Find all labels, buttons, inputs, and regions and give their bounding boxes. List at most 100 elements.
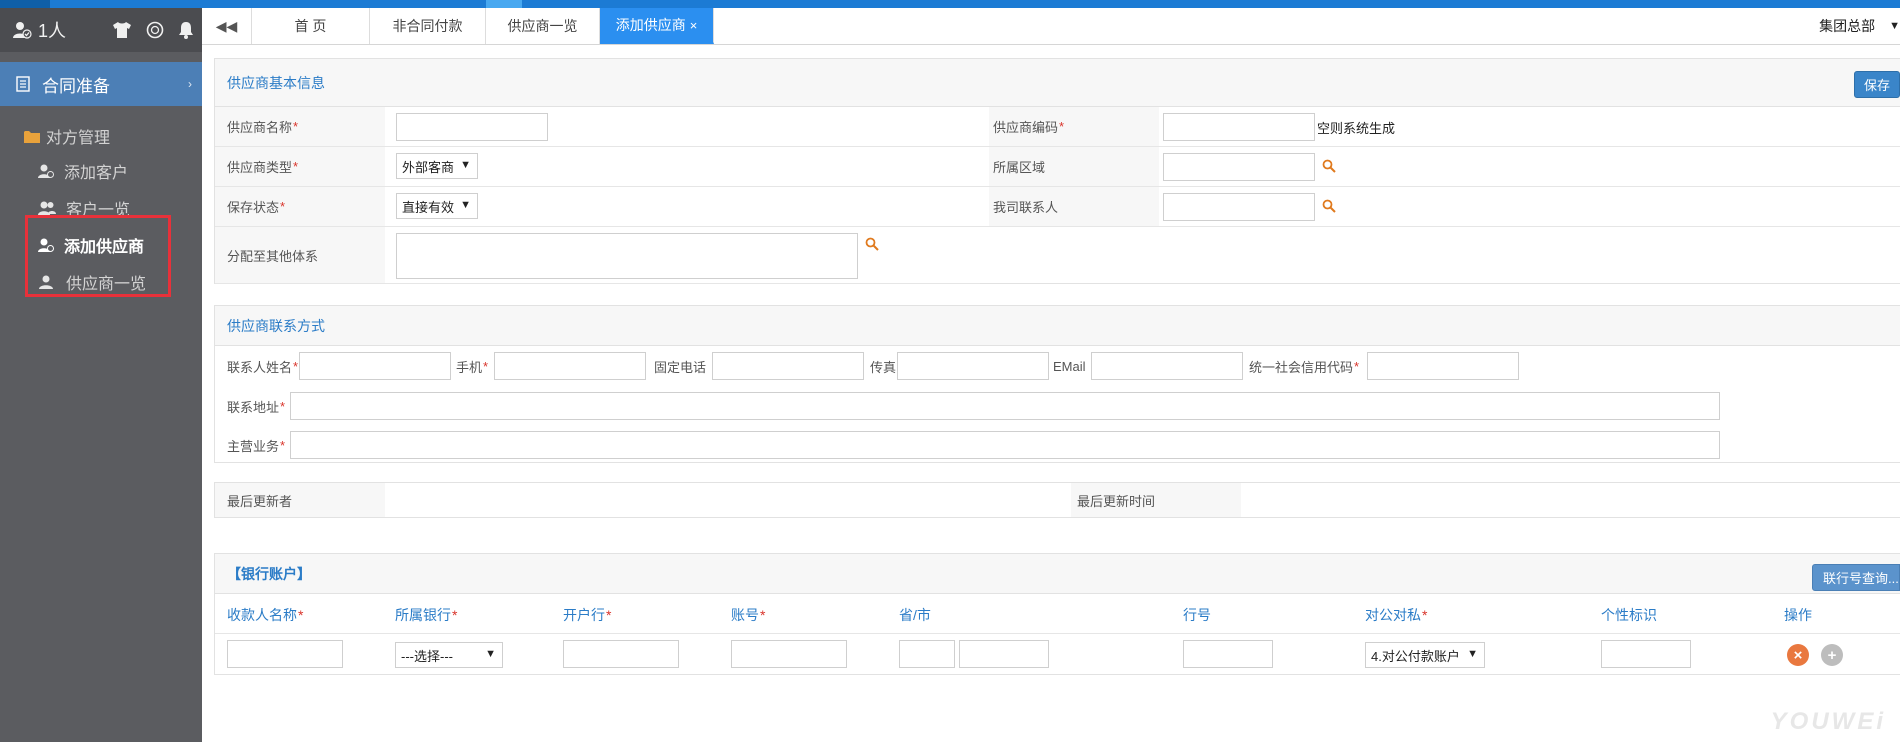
mobile-input[interactable] bbox=[494, 352, 646, 380]
save-status-select[interactable]: 直接有效 ▼ bbox=[396, 193, 478, 219]
user-count-label: 1人 bbox=[38, 21, 67, 41]
bank-number-query-button[interactable]: 联行号查询... bbox=[1812, 564, 1900, 591]
city-input[interactable] bbox=[959, 640, 1049, 668]
panel-title-text: 供应商基本信息 bbox=[227, 74, 325, 91]
field-label: 分配至其他体系 bbox=[227, 248, 319, 264]
search-icon[interactable] bbox=[865, 237, 879, 251]
search-icon[interactable] bbox=[1322, 199, 1336, 213]
contact-name-input[interactable] bbox=[299, 352, 451, 380]
business-input[interactable] bbox=[290, 431, 1720, 459]
bell-icon[interactable] bbox=[178, 21, 194, 39]
field-label: 供应商名称 * bbox=[227, 119, 299, 135]
search-icon[interactable] bbox=[1322, 159, 1336, 173]
bank-number-input[interactable] bbox=[1183, 640, 1273, 668]
supplier-basic-panel: 供应商基本信息 保存 供应商名称 * 供应商编码 * 空则系统生成 供应商类型 * 外… bbox=[214, 58, 1900, 284]
panel-title: 【银行账户】 bbox=[215, 554, 1900, 594]
folder-label: 对方管理 bbox=[46, 130, 111, 147]
column-header: 个性标识 bbox=[1601, 607, 1657, 623]
column-header: 开户行* bbox=[563, 607, 612, 623]
field-label: 供应商编码 * bbox=[993, 119, 1065, 135]
save-button[interactable]: 保存 bbox=[1854, 71, 1900, 98]
section-title: 合同准备 bbox=[42, 76, 110, 96]
shirt-icon[interactable] bbox=[112, 21, 132, 39]
tab-supplier-list[interactable]: 供应商一览 bbox=[486, 8, 600, 44]
region-input[interactable] bbox=[1163, 153, 1315, 181]
watermark: YOUWEi bbox=[1770, 708, 1886, 735]
tab-label: 非合同付款 bbox=[392, 18, 463, 34]
field-label: 供应商类型 * bbox=[227, 159, 299, 175]
sidebar-item-label: 添加客户 bbox=[64, 164, 129, 182]
tab-non-contract-payment[interactable]: 非合同付款 bbox=[370, 8, 486, 44]
top-bar-highlight bbox=[486, 0, 522, 8]
supplier-code-input[interactable] bbox=[1163, 113, 1315, 141]
top-accent-bar bbox=[0, 0, 1900, 8]
address-input[interactable] bbox=[290, 392, 1720, 420]
close-icon[interactable]: × bbox=[690, 18, 698, 33]
account-type-select[interactable]: 4.对公付款账户 ▼ bbox=[1365, 642, 1485, 668]
column-header: 收款人名称* bbox=[227, 607, 304, 623]
account-input[interactable] bbox=[731, 640, 847, 668]
sidebar-header: 1人 bbox=[0, 8, 202, 52]
org-selector[interactable]: 集团总部 bbox=[1819, 16, 1875, 36]
field-label: 主营业务 * bbox=[227, 437, 286, 454]
supplier-name-input[interactable] bbox=[396, 113, 548, 141]
sidebar-item-add-customer[interactable]: 添加客户 bbox=[0, 152, 202, 189]
logo-strip bbox=[0, 0, 50, 8]
chevron-right-icon: › bbox=[188, 77, 192, 91]
field-label: 最后更新者 bbox=[227, 493, 293, 509]
caret-down-icon[interactable]: ▼ bbox=[1889, 20, 1900, 32]
panel-title: 供应商联系方式 bbox=[215, 306, 1900, 346]
main-content: 供应商基本信息 保存 供应商名称 * 供应商编码 * 空则系统生成 供应商类型 * 外… bbox=[202, 45, 1900, 742]
caret-down-icon: ▼ bbox=[1467, 648, 1478, 660]
field-label: 固定电话 bbox=[654, 359, 707, 375]
tab-label: 添加供应商 bbox=[615, 17, 686, 33]
field-label: 手机 * bbox=[456, 358, 489, 375]
table-header: 收款人名称* 所属银行* 开户行* 账号* 省/市 行号 对公对私* 个性标识 … bbox=[215, 594, 1900, 634]
form-row: 联系地址 * bbox=[215, 386, 1900, 426]
delete-row-icon[interactable]: × bbox=[1787, 644, 1809, 666]
column-header: 操作 bbox=[1784, 607, 1812, 623]
payee-input[interactable] bbox=[227, 640, 343, 668]
field-label: 所属区域 bbox=[993, 160, 1046, 175]
column-header: 行号 bbox=[1183, 607, 1211, 623]
badge-icon[interactable] bbox=[146, 21, 164, 39]
province-input[interactable] bbox=[899, 640, 955, 668]
email-input[interactable] bbox=[1091, 352, 1243, 380]
update-info-panel: 最后更新者 最后更新时间 bbox=[214, 482, 1900, 518]
table-row: ---选择--- ▼ 4.对公付款账户 ▼ × + bbox=[215, 634, 1900, 675]
field-label: 联系人姓名 * bbox=[227, 358, 299, 375]
tab-label: 首 页 bbox=[294, 18, 327, 34]
form-row: 分配至其他体系 bbox=[215, 227, 980, 284]
panel-title: 供应商基本信息 bbox=[215, 59, 1900, 107]
form-row: 供应商名称 * 供应商编码 * 空则系统生成 bbox=[215, 107, 1900, 147]
form-row: 供应商类型 * 外部客商 ▼ 所属区域 bbox=[215, 147, 1900, 187]
user-count[interactable]: 1人 bbox=[12, 17, 66, 43]
our-contact-input[interactable] bbox=[1163, 193, 1315, 221]
user-check-icon bbox=[13, 22, 32, 39]
supplier-type-select[interactable]: 外部客商 ▼ bbox=[396, 153, 478, 179]
user-add-icon bbox=[38, 164, 54, 178]
tab-add-supplier[interactable]: 添加供应商 × bbox=[600, 8, 714, 44]
tag-input[interactable] bbox=[1601, 640, 1691, 668]
fax-input[interactable] bbox=[897, 352, 1049, 380]
field-label: 保存状态 * bbox=[227, 199, 286, 215]
sidebar-section-contract-prep[interactable]: 合同准备 › bbox=[0, 62, 202, 106]
sidebar-folder-counterparty[interactable]: 对方管理 bbox=[0, 106, 202, 148]
field-label: 传真 bbox=[870, 359, 897, 375]
credit-code-input[interactable] bbox=[1367, 352, 1519, 380]
assign-system-textarea[interactable] bbox=[396, 233, 858, 279]
double-chevron-left-icon: ◀◀ bbox=[215, 17, 238, 34]
field-label: 统一社会信用代码 * bbox=[1249, 358, 1360, 375]
phone-input[interactable] bbox=[712, 352, 864, 380]
sidebar: 1人 合同准备 › 对方管理 添加客户 客户一览 添加供应商 供应商一览 bbox=[0, 8, 202, 742]
panel-title-text: 供应商联系方式 bbox=[227, 317, 325, 334]
tab-bar: ◀◀ 首 页 非合同付款 供应商一览 添加供应商 × 集团总部 ▼ bbox=[202, 8, 1900, 45]
branch-input[interactable] bbox=[563, 640, 679, 668]
bank-select[interactable]: ---选择--- ▼ bbox=[395, 642, 503, 668]
tab-back-button[interactable]: ◀◀ bbox=[202, 8, 252, 44]
add-row-icon[interactable]: + bbox=[1821, 644, 1843, 666]
tab-home[interactable]: 首 页 bbox=[252, 8, 370, 44]
users-icon bbox=[38, 201, 56, 215]
tab-label: 供应商一览 bbox=[507, 18, 578, 34]
column-header: 所属银行* bbox=[395, 607, 458, 623]
